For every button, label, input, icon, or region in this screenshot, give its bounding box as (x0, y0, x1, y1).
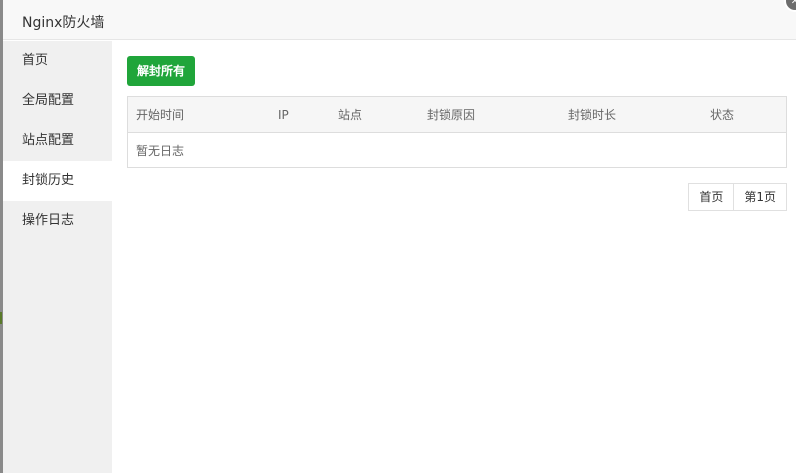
sidebar: 首页 全局配置 站点配置 封锁历史 操作日志 (3, 41, 112, 473)
window-title: Nginx防火墙 (22, 15, 105, 31)
block-history-table: 开始时间 IP 站点 封锁原因 封锁时长 状态 暂无日志 (127, 96, 787, 168)
current-page-indicator[interactable]: 第1页 (734, 183, 787, 211)
sidebar-item-operation-log[interactable]: 操作日志 (3, 201, 112, 241)
unlock-all-button[interactable]: 解封所有 (127, 56, 196, 86)
window-titlebar: Nginx防火墙 ✕ (3, 0, 796, 40)
column-header-status: 状态 (702, 97, 786, 133)
sidebar-item-global-config[interactable]: 全局配置 (3, 81, 112, 121)
first-page-button[interactable]: 首页 (688, 183, 735, 211)
column-header-ip: IP (270, 97, 330, 133)
close-icon[interactable]: ✕ (784, 0, 796, 12)
empty-table-message: 暂无日志 (136, 143, 185, 158)
main-content: 解封所有 开始时间 IP 站点 封锁原因 封锁时长 状态 暂无日志 首页 第1页 (112, 41, 796, 473)
column-header-block-reason: 封锁原因 (419, 97, 560, 133)
column-header-block-duration: 封锁时长 (560, 97, 702, 133)
sidebar-item-home[interactable]: 首页 (3, 41, 112, 81)
table-header-row: 开始时间 IP 站点 封锁原因 封锁时长 状态 (128, 97, 786, 133)
column-header-site: 站点 (330, 97, 419, 133)
sidebar-item-block-history[interactable]: 封锁历史 (3, 161, 112, 201)
column-header-start-time: 开始时间 (128, 97, 270, 133)
pagination: 首页 第1页 (688, 183, 787, 211)
table-row: 暂无日志 (128, 133, 786, 168)
sidebar-item-site-config[interactable]: 站点配置 (3, 121, 112, 161)
background-window-mark (0, 312, 2, 324)
